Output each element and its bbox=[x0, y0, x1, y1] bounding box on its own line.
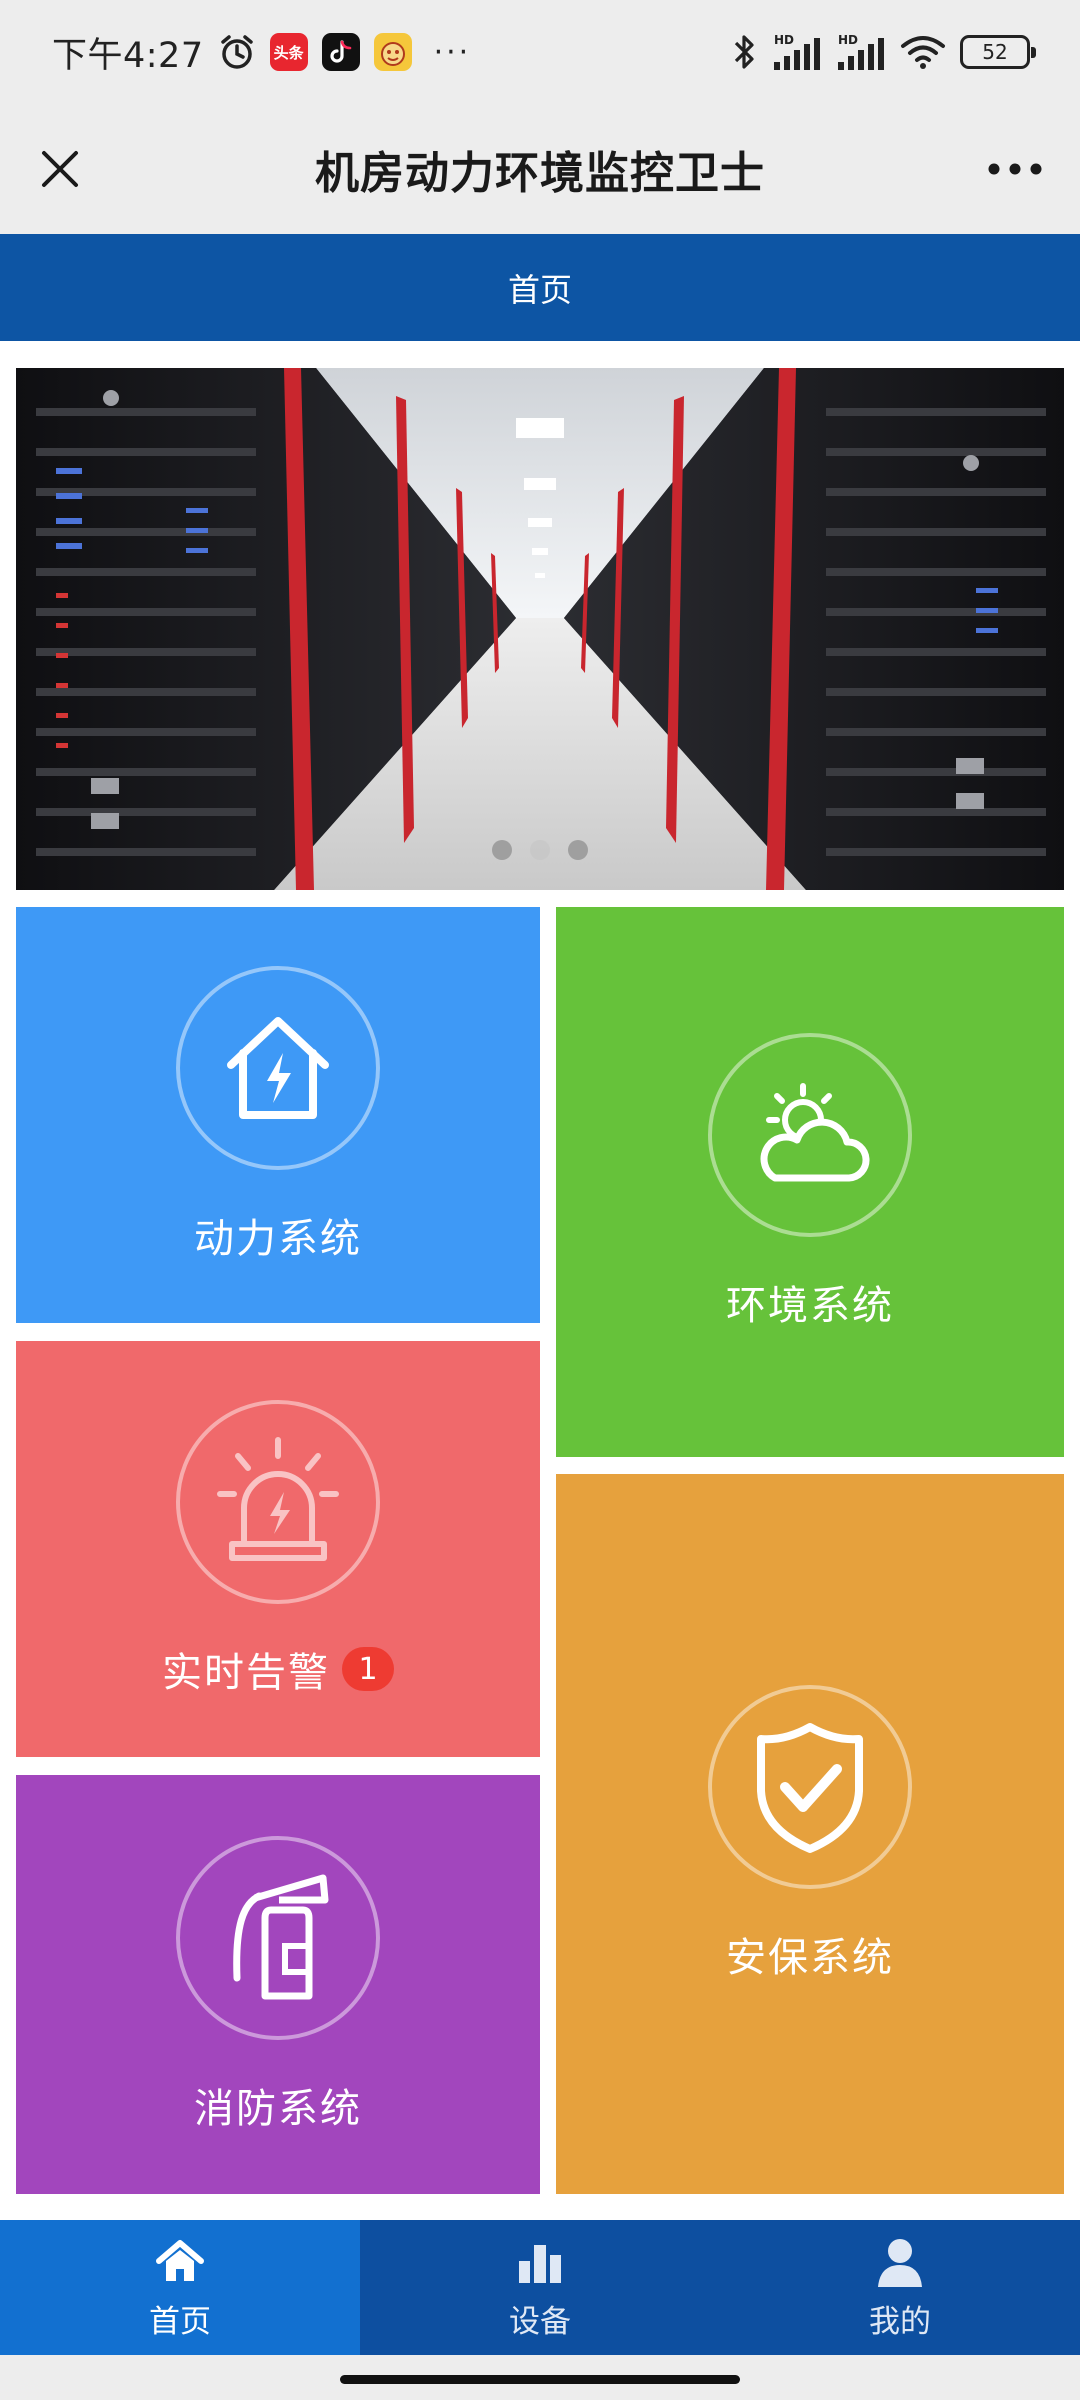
status-bar-right: HD HD 52 bbox=[732, 32, 1036, 72]
carousel-dot-active[interactable] bbox=[530, 840, 550, 860]
close-icon bbox=[42, 151, 78, 187]
nav-label-mine: 我的 bbox=[869, 2304, 931, 2340]
tile-label: 动力系统 bbox=[194, 1206, 362, 1264]
tile-alarm-label: 实时告警 bbox=[162, 1650, 330, 1696]
nav-label-devices: 设备 bbox=[509, 2304, 571, 2340]
signal-hd-2-icon: HD bbox=[836, 32, 886, 72]
tile-environment-label: 环境系统 bbox=[726, 1283, 894, 1329]
svg-text:HD: HD bbox=[774, 33, 794, 47]
bottom-navigation: 首页 设备 我的 bbox=[0, 2220, 1080, 2355]
close-button[interactable] bbox=[28, 137, 92, 201]
tile-power-label: 动力系统 bbox=[194, 1216, 362, 1262]
nav-item-home[interactable]: 首页 bbox=[0, 2220, 360, 2355]
user-icon bbox=[872, 2234, 928, 2290]
tile-environment-system[interactable]: 环境系统 bbox=[556, 907, 1064, 1457]
carousel-dot[interactable] bbox=[568, 840, 588, 860]
fire-extinguisher-icon bbox=[233, 1874, 329, 1999]
home-gesture-bar[interactable] bbox=[340, 2375, 740, 2384]
tile-icon-circle bbox=[176, 1835, 380, 2040]
bar-chart-icon bbox=[512, 2234, 568, 2290]
bluetooth-icon bbox=[732, 32, 758, 72]
tile-icon-circle bbox=[176, 966, 380, 1170]
alarm-count-badge: 1 bbox=[342, 1647, 394, 1691]
status-bar: 下午4:27 头条 ··· HD HD 52 bbox=[0, 0, 1080, 104]
status-more-indicator: ··· bbox=[433, 34, 472, 70]
tile-power-system[interactable]: 动力系统 bbox=[16, 907, 540, 1323]
tile-fire-label: 消防系统 bbox=[194, 2085, 362, 2132]
tile-icon-circle bbox=[708, 1685, 912, 1889]
house-lightning-icon bbox=[227, 1017, 329, 1119]
shield-check-icon bbox=[757, 1723, 863, 1853]
home-icon bbox=[152, 2234, 208, 2290]
douyin-app-icon bbox=[321, 33, 360, 71]
more-dots-icon bbox=[988, 163, 1042, 175]
signal-hd-1-icon: HD bbox=[772, 32, 822, 72]
tile-icon-circle bbox=[176, 1400, 380, 1604]
sun-cloud-icon bbox=[760, 1083, 870, 1182]
tile-label: 环境系统 bbox=[726, 1273, 894, 1331]
carousel-dot[interactable] bbox=[492, 840, 512, 860]
carousel-pagination bbox=[16, 840, 1064, 860]
server-room-image bbox=[16, 368, 1064, 890]
status-time: 下午4:27 bbox=[52, 35, 204, 76]
nav-label-home: 首页 bbox=[149, 2304, 211, 2340]
alarm-clock-icon bbox=[218, 33, 256, 71]
status-bar-left: 下午4:27 头条 ··· bbox=[52, 27, 471, 78]
page-title: 首页 bbox=[507, 270, 572, 309]
tile-fire-system[interactable]: 消防系统 bbox=[16, 1775, 540, 2194]
battery-indicator: 52 bbox=[960, 35, 1036, 69]
more-menu-button[interactable] bbox=[980, 137, 1050, 201]
tile-icon-circle bbox=[708, 1033, 912, 1237]
nav-item-mine[interactable]: 我的 bbox=[720, 2220, 1080, 2355]
system-gesture-area bbox=[0, 2355, 1080, 2400]
tile-label: 安保系统 bbox=[726, 1925, 894, 1983]
app-header: 机房动力环境监控卫士 bbox=[0, 104, 1080, 234]
svg-text:HD: HD bbox=[838, 33, 858, 47]
tile-realtime-alarm[interactable]: 实时告警 1 bbox=[16, 1341, 540, 1757]
nav-item-devices[interactable]: 设备 bbox=[360, 2220, 720, 2355]
page-title-bar: 首页 bbox=[0, 234, 1080, 341]
tile-security-system[interactable]: 安保系统 bbox=[556, 1474, 1064, 2194]
tile-label: 实时告警 1 bbox=[162, 1640, 394, 1698]
game-app-icon bbox=[373, 33, 412, 71]
app-title: 机房动力环境监控卫士 bbox=[315, 148, 765, 199]
tile-label: 消防系统 bbox=[194, 2076, 362, 2134]
wifi-icon bbox=[900, 33, 946, 71]
alarm-siren-icon bbox=[217, 1437, 339, 1561]
banner-carousel[interactable] bbox=[16, 368, 1064, 890]
tile-security-label: 安保系统 bbox=[726, 1935, 894, 1981]
toutiao-app-icon: 头条 bbox=[269, 33, 308, 71]
